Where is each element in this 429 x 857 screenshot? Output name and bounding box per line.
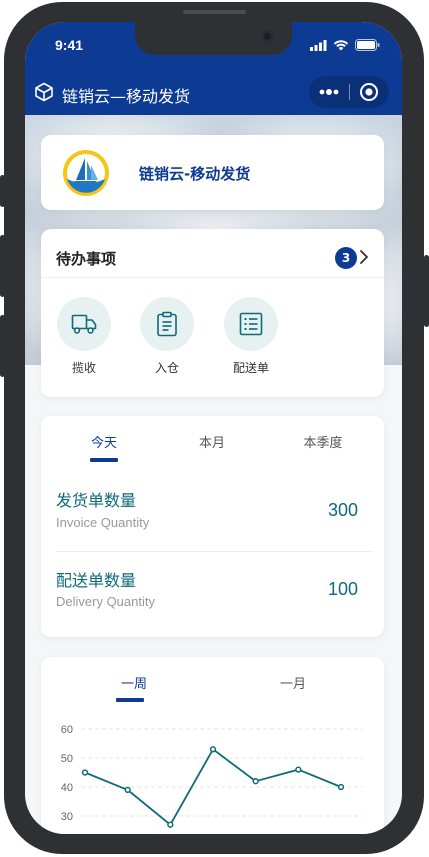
camera-icon [261,30,274,43]
volume-up-button [0,235,5,297]
brand-logo [63,150,109,196]
delivery-quantity-value: 100 [327,579,358,599]
clipboard-icon [157,311,177,337]
todo-card: 待办事项 3 揽收 入仓 配送单 [41,229,384,397]
todo-count-badge: 3 [335,247,357,269]
delivery-quantity-subtitle: Delivery Quantity [56,594,155,609]
divider [56,551,373,552]
speaker-grill [183,10,246,14]
y-tick-label: 60 [61,724,73,736]
brand-card: 链销云-移动发货 [41,135,384,210]
wifi-icon [333,40,349,51]
todo-icon-circle [140,297,194,351]
y-tick-label: 50 [61,753,73,765]
invoice-quantity-value: 300 [327,500,358,520]
close-target-icon[interactable] [359,82,379,102]
tab-active-indicator [90,458,118,462]
trend-line-chart: 60 50 40 30 [61,724,363,828]
todo-icon-circle [57,297,111,351]
todo-item-delivery[interactable]: 配送单 [221,297,281,376]
invoice-quantity-subtitle: Invoice Quantity [56,515,150,530]
stats-card: 今天 本月 本季度 发货单数量 Invoice Quantity 300 配送单… [41,416,384,637]
todo-icon-circle [224,297,278,351]
capsule-divider [349,84,350,100]
tab-today[interactable]: 今天 [81,432,127,451]
more-icon[interactable] [319,87,339,97]
data-point [337,783,345,791]
todo-title: 待办事项 [56,250,117,268]
screen: 9:41 链销云—移动发货 链销云-移动发货 待办事项 3 揽收 入仓 配送单 … [25,22,402,834]
divider [41,277,384,278]
page-title: 链销云—移动发货 [62,87,191,106]
battery-icon [355,39,380,51]
data-point [252,778,259,785]
data-point [209,746,217,753]
y-tick-label: 30 [61,811,73,823]
status-time: 9:41 [55,37,84,53]
truck-icon [71,314,97,334]
data-point [295,766,302,773]
chevron-right-icon[interactable] [359,249,369,265]
invoice-quantity-title: 发货单数量 [56,491,137,510]
todo-item-label: 入仓 [154,361,179,375]
data-point [81,769,89,776]
trend-card: 一周 一月 60 50 40 30 [41,657,384,834]
tab-week[interactable]: 一周 [111,673,157,692]
todo-item-label: 配送单 [232,361,269,375]
todo-item-warehouse-in[interactable]: 入仓 [137,297,197,376]
y-tick-label: 40 [61,782,73,794]
signal-icon [310,39,327,51]
power-button [424,255,429,327]
tab-active-indicator [116,698,144,702]
brand-name: 链销云-移动发货 [139,165,251,183]
status-icons [310,39,380,51]
tab-this-month[interactable]: 本月 [189,432,235,451]
notch [135,22,292,55]
tab-month[interactable]: 一月 [270,673,316,692]
data-point [124,786,131,794]
volume-down-button [0,315,5,377]
mute-switch [0,175,5,207]
delivery-quantity-title: 配送单数量 [56,571,137,590]
todo-item-label: 揽收 [71,361,96,375]
data-point [167,821,174,828]
cube-icon [35,82,53,102]
mini-program-capsule [309,76,389,108]
list-icon [239,312,263,336]
todo-item-pickup[interactable]: 揽收 [54,297,114,376]
tab-this-quarter[interactable]: 本季度 [293,432,353,451]
